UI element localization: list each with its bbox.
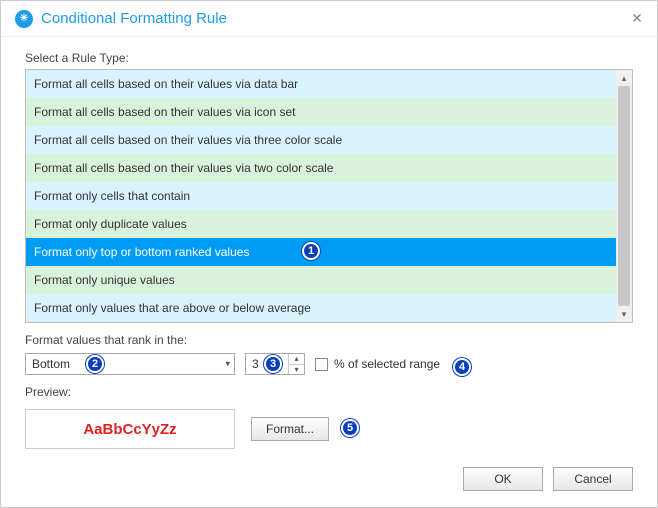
rank-direction-select[interactable]: Bottom ▾ 2 xyxy=(25,353,235,375)
percent-label: % of selected range xyxy=(334,357,440,371)
rule-type-list[interactable]: Format all cells based on their values v… xyxy=(26,70,616,322)
format-button-label: Format... xyxy=(266,422,314,436)
preview-sample-text: AaBbCcYyZz xyxy=(83,421,176,438)
scrollbar[interactable]: ▴ ▾ xyxy=(616,70,632,322)
scroll-down-button[interactable]: ▾ xyxy=(616,306,632,322)
rule-type-item[interactable]: Format only values that are above or bel… xyxy=(26,294,616,322)
rank-direction-value: Bottom xyxy=(32,357,70,371)
rule-type-item[interactable]: Format all cells based on their values v… xyxy=(26,98,616,126)
format-button[interactable]: Format... xyxy=(251,417,329,441)
rank-value: 3 xyxy=(252,357,259,371)
cancel-button-label: Cancel xyxy=(574,472,611,486)
list-item-label: Format only unique values xyxy=(34,273,175,287)
rule-type-listbox: Format all cells based on their values v… xyxy=(25,69,633,323)
list-item-label: Format only cells that contain xyxy=(34,189,190,203)
list-item-label: Format all cells based on their values v… xyxy=(34,105,295,119)
ok-button-label: OK xyxy=(494,472,511,486)
rule-type-item[interactable]: Format only top or bottom ranked values … xyxy=(26,238,616,266)
rule-type-item[interactable]: Format only cells that contain xyxy=(26,182,616,210)
titlebar: ✳ Conditional Formatting Rule ✕ xyxy=(1,1,657,37)
preview-row: AaBbCcYyZz Format... 5 xyxy=(25,409,633,449)
percent-checkbox[interactable]: % of selected range 4 xyxy=(315,357,440,371)
list-item-label: Format only values that are above or bel… xyxy=(34,301,311,315)
scroll-up-button[interactable]: ▴ xyxy=(616,70,632,86)
callout-badge-4: 4 xyxy=(453,358,471,376)
callout-badge-1: 1 xyxy=(302,242,320,260)
ok-button[interactable]: OK xyxy=(463,467,543,491)
rule-type-item[interactable]: Format all cells based on their values v… xyxy=(26,70,616,98)
dialog-title: Conditional Formatting Rule xyxy=(41,10,623,27)
callout-badge-5: 5 xyxy=(341,419,359,437)
rule-type-item[interactable]: Format only unique values xyxy=(26,266,616,294)
rule-type-item[interactable]: Format all cells based on their values v… xyxy=(26,126,616,154)
callout-badge-3: 3 xyxy=(264,355,282,373)
cancel-button[interactable]: Cancel xyxy=(553,467,633,491)
rank-config-row: Bottom ▾ 2 3 ▴ ▾ 3 % of selected range 4 xyxy=(25,353,633,375)
spinner-buttons: ▴ ▾ xyxy=(288,354,304,374)
scroll-thumb[interactable] xyxy=(618,86,630,306)
callout-badge-2: 2 xyxy=(86,355,104,373)
list-item-label: Format all cells based on their values v… xyxy=(34,77,298,91)
format-button-wrap: Format... 5 xyxy=(251,417,329,441)
checkbox-box[interactable] xyxy=(315,358,328,371)
spin-up-button[interactable]: ▴ xyxy=(289,354,304,365)
scroll-track[interactable] xyxy=(616,86,632,306)
list-item-label: Format only duplicate values xyxy=(34,217,187,231)
dialog-footer: OK Cancel xyxy=(463,467,633,491)
rule-type-item[interactable]: Format only duplicate values xyxy=(26,210,616,238)
preview-sample-box: AaBbCcYyZz xyxy=(25,409,235,449)
list-item-label: Format all cells based on their values v… xyxy=(34,133,342,147)
rule-type-item[interactable]: Format all cells based on their values v… xyxy=(26,154,616,182)
rank-value-spinner[interactable]: 3 ▴ ▾ 3 xyxy=(245,353,305,375)
chevron-down-icon: ▾ xyxy=(225,359,230,370)
spin-down-button[interactable]: ▾ xyxy=(289,365,304,375)
close-icon: ✕ xyxy=(631,10,643,27)
list-item-label: Format only top or bottom ranked values xyxy=(34,245,249,259)
rank-in-label: Format values that rank in the: xyxy=(25,333,633,347)
app-icon: ✳ xyxy=(15,10,33,28)
dialog-content: Select a Rule Type: Format all cells bas… xyxy=(1,37,657,449)
preview-label: Preview: xyxy=(25,385,633,399)
dialog-window: ✳ Conditional Formatting Rule ✕ Select a… xyxy=(0,0,658,508)
close-button[interactable]: ✕ xyxy=(623,5,651,33)
select-rule-type-label: Select a Rule Type: xyxy=(25,51,633,65)
list-item-label: Format all cells based on their values v… xyxy=(34,161,333,175)
